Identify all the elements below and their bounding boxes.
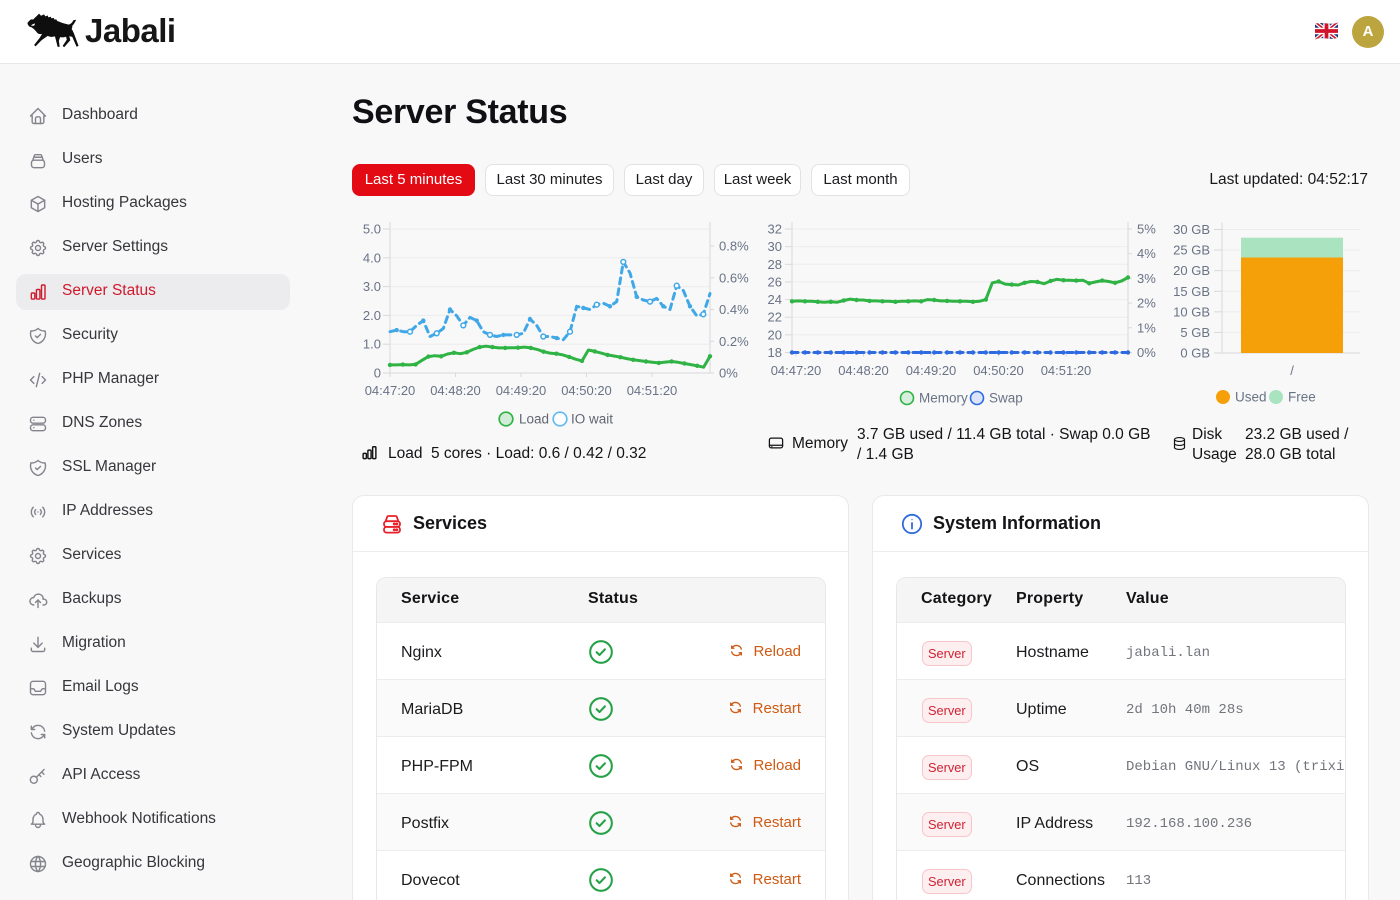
svg-text:5 GB: 5 GB [1180,325,1210,340]
svg-text:0%: 0% [719,366,738,381]
svg-text:0.6%: 0.6% [719,270,749,285]
svg-text:2%: 2% [1137,296,1156,311]
svg-text:Load: Load [519,412,549,427]
svg-text:/: / [1290,363,1294,378]
svg-text:04:48:20: 04:48:20 [430,383,481,398]
svg-text:2.0: 2.0 [363,308,381,323]
svg-text:3%: 3% [1137,271,1156,286]
svg-text:0.4%: 0.4% [719,302,749,317]
svg-text:5.0: 5.0 [363,222,381,237]
svg-text:Free: Free [1288,390,1316,405]
svg-text:20 GB: 20 GB [1173,263,1210,278]
svg-text:30: 30 [768,239,782,254]
svg-text:4.0: 4.0 [363,250,381,265]
svg-text:04:49:20: 04:49:20 [906,363,957,378]
svg-text:04:49:20: 04:49:20 [496,383,547,398]
svg-text:20: 20 [768,327,782,342]
svg-text:04:50:20: 04:50:20 [561,383,612,398]
svg-text:Used: Used [1235,390,1267,405]
svg-text:5%: 5% [1137,222,1156,237]
svg-text:15 GB: 15 GB [1173,284,1210,299]
svg-text:04:51:20: 04:51:20 [627,383,678,398]
svg-text:10 GB: 10 GB [1173,304,1210,319]
svg-text:4%: 4% [1137,246,1156,261]
svg-text:28: 28 [768,257,782,272]
svg-text:24: 24 [768,292,782,307]
svg-text:Memory: Memory [919,391,968,406]
svg-text:1.0: 1.0 [363,337,381,352]
svg-text:18: 18 [768,345,782,360]
svg-text:32: 32 [768,222,782,237]
svg-text:04:51:20: 04:51:20 [1041,363,1092,378]
svg-text:0%: 0% [1137,345,1156,360]
svg-text:30 GB: 30 GB [1173,222,1210,237]
svg-text:0.8%: 0.8% [719,239,749,254]
svg-text:25 GB: 25 GB [1173,243,1210,258]
svg-text:IO wait: IO wait [571,412,613,427]
svg-text:0 GB: 0 GB [1180,346,1210,361]
svg-text:0.2%: 0.2% [719,334,749,349]
svg-text:04:50:20: 04:50:20 [973,363,1024,378]
svg-text:26: 26 [768,274,782,289]
svg-text:Swap: Swap [989,391,1023,406]
svg-text:3.0: 3.0 [363,279,381,294]
svg-text:04:47:20: 04:47:20 [365,383,416,398]
svg-text:04:48:20: 04:48:20 [838,363,889,378]
svg-text:1%: 1% [1137,320,1156,335]
svg-text:04:47:20: 04:47:20 [771,363,822,378]
svg-text:0: 0 [374,366,381,381]
svg-text:22: 22 [768,310,782,325]
